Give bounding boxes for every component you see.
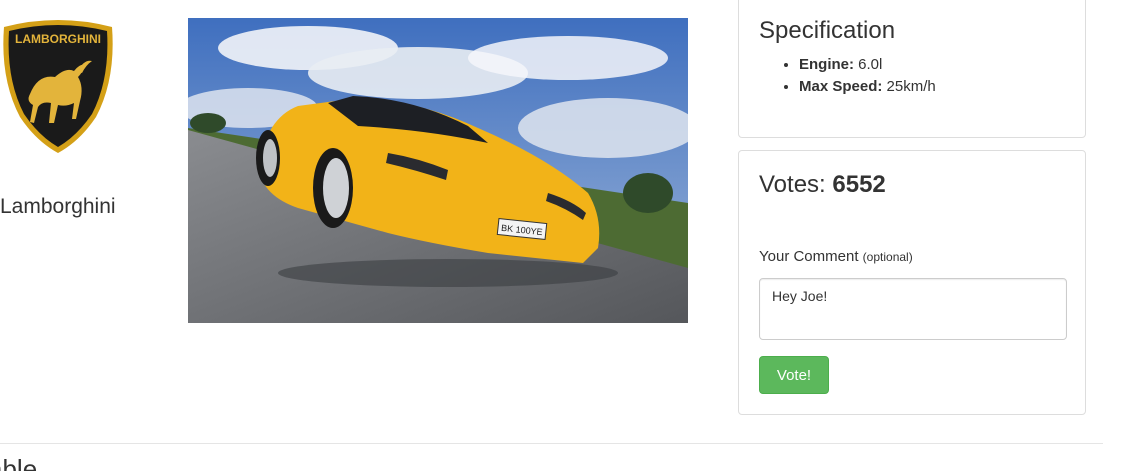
spec-label: Max Speed:	[799, 78, 883, 95]
votes-label: Votes:	[759, 171, 826, 198]
logo-text: LAMBORGHINI	[15, 32, 101, 46]
specification-panel: Specification Engine: 6.0l Max Speed: 25…	[738, 0, 1086, 138]
brand-name: Lamborghini	[0, 195, 116, 218]
spec-title: Specification	[759, 17, 896, 44]
lamborghini-logo-icon: LAMBORGHINI	[0, 19, 116, 153]
spec-value: 25km/h	[886, 78, 936, 95]
spec-label: Engine:	[799, 56, 854, 73]
spec-list: Engine: 6.0l Max Speed: 25km/h	[759, 54, 936, 98]
votes-count: 6552	[832, 171, 886, 198]
comment-label-text: Your Comment	[759, 248, 859, 265]
comment-label: Your Comment (optional)	[759, 248, 913, 265]
vote-panel: Votes: 6552 Your Comment (optional) Hey …	[738, 150, 1086, 415]
vote-button[interactable]: Vote!	[759, 356, 829, 394]
comment-textarea[interactable]: Hey Joe!	[759, 278, 1067, 340]
car-photo: BK 100YE	[188, 18, 688, 323]
section-heading: able	[0, 454, 38, 471]
spec-item-max-speed: Max Speed: 25km/h	[799, 76, 936, 98]
section-divider	[0, 443, 1103, 444]
spec-item-engine: Engine: 6.0l	[799, 54, 936, 76]
page: LAMBORGHINI Lamborghini BK 100YE Specifi…	[0, 0, 1139, 471]
comment-optional-text: (optional)	[862, 250, 913, 264]
spec-value: 6.0l	[858, 56, 883, 73]
votes-line: Votes: 6552	[759, 171, 886, 199]
